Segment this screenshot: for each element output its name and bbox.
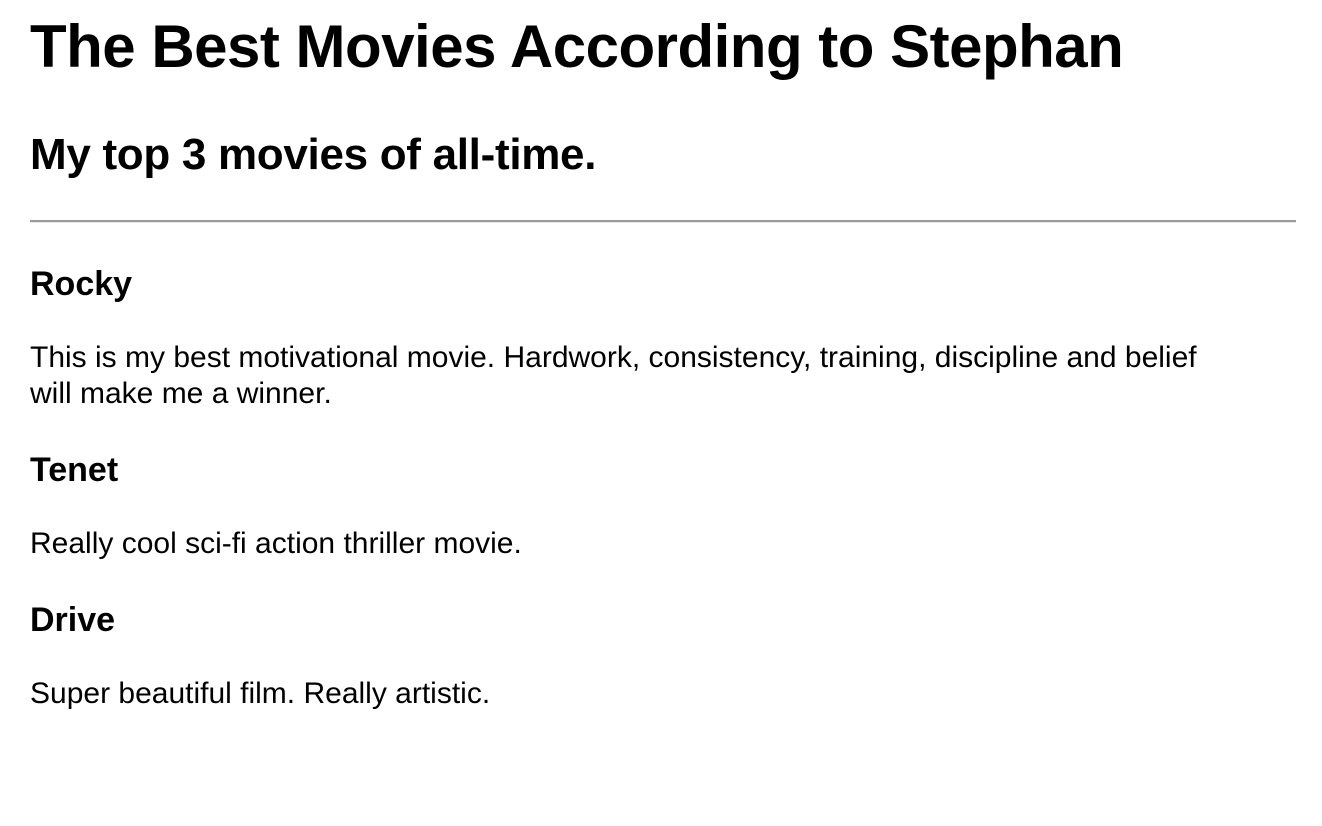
- movie-description: Really cool sci-fi action thriller movie…: [30, 527, 522, 560]
- movie-item-tenet: Tenet Really cool sci-fi action thriller…: [30, 412, 1296, 562]
- movie-title: Tenet: [30, 451, 119, 489]
- page: The Best Movies According to Stephan My …: [0, 0, 1322, 712]
- movie-item-rocky: Rocky This is my best motivational movie…: [30, 223, 1296, 412]
- page-title: The Best Movies According to Stephan: [30, 13, 1124, 80]
- movie-description: This is my best motivational movie. Hard…: [30, 341, 1197, 410]
- page-subtitle: My top 3 movies of all-time.: [30, 130, 597, 179]
- movie-item-drive: Drive Super beautiful film. Really artis…: [30, 562, 1296, 712]
- movie-description: Super beautiful film. Really artistic.: [30, 677, 491, 710]
- movie-title: Rocky: [30, 265, 133, 303]
- movie-title: Drive: [30, 601, 116, 639]
